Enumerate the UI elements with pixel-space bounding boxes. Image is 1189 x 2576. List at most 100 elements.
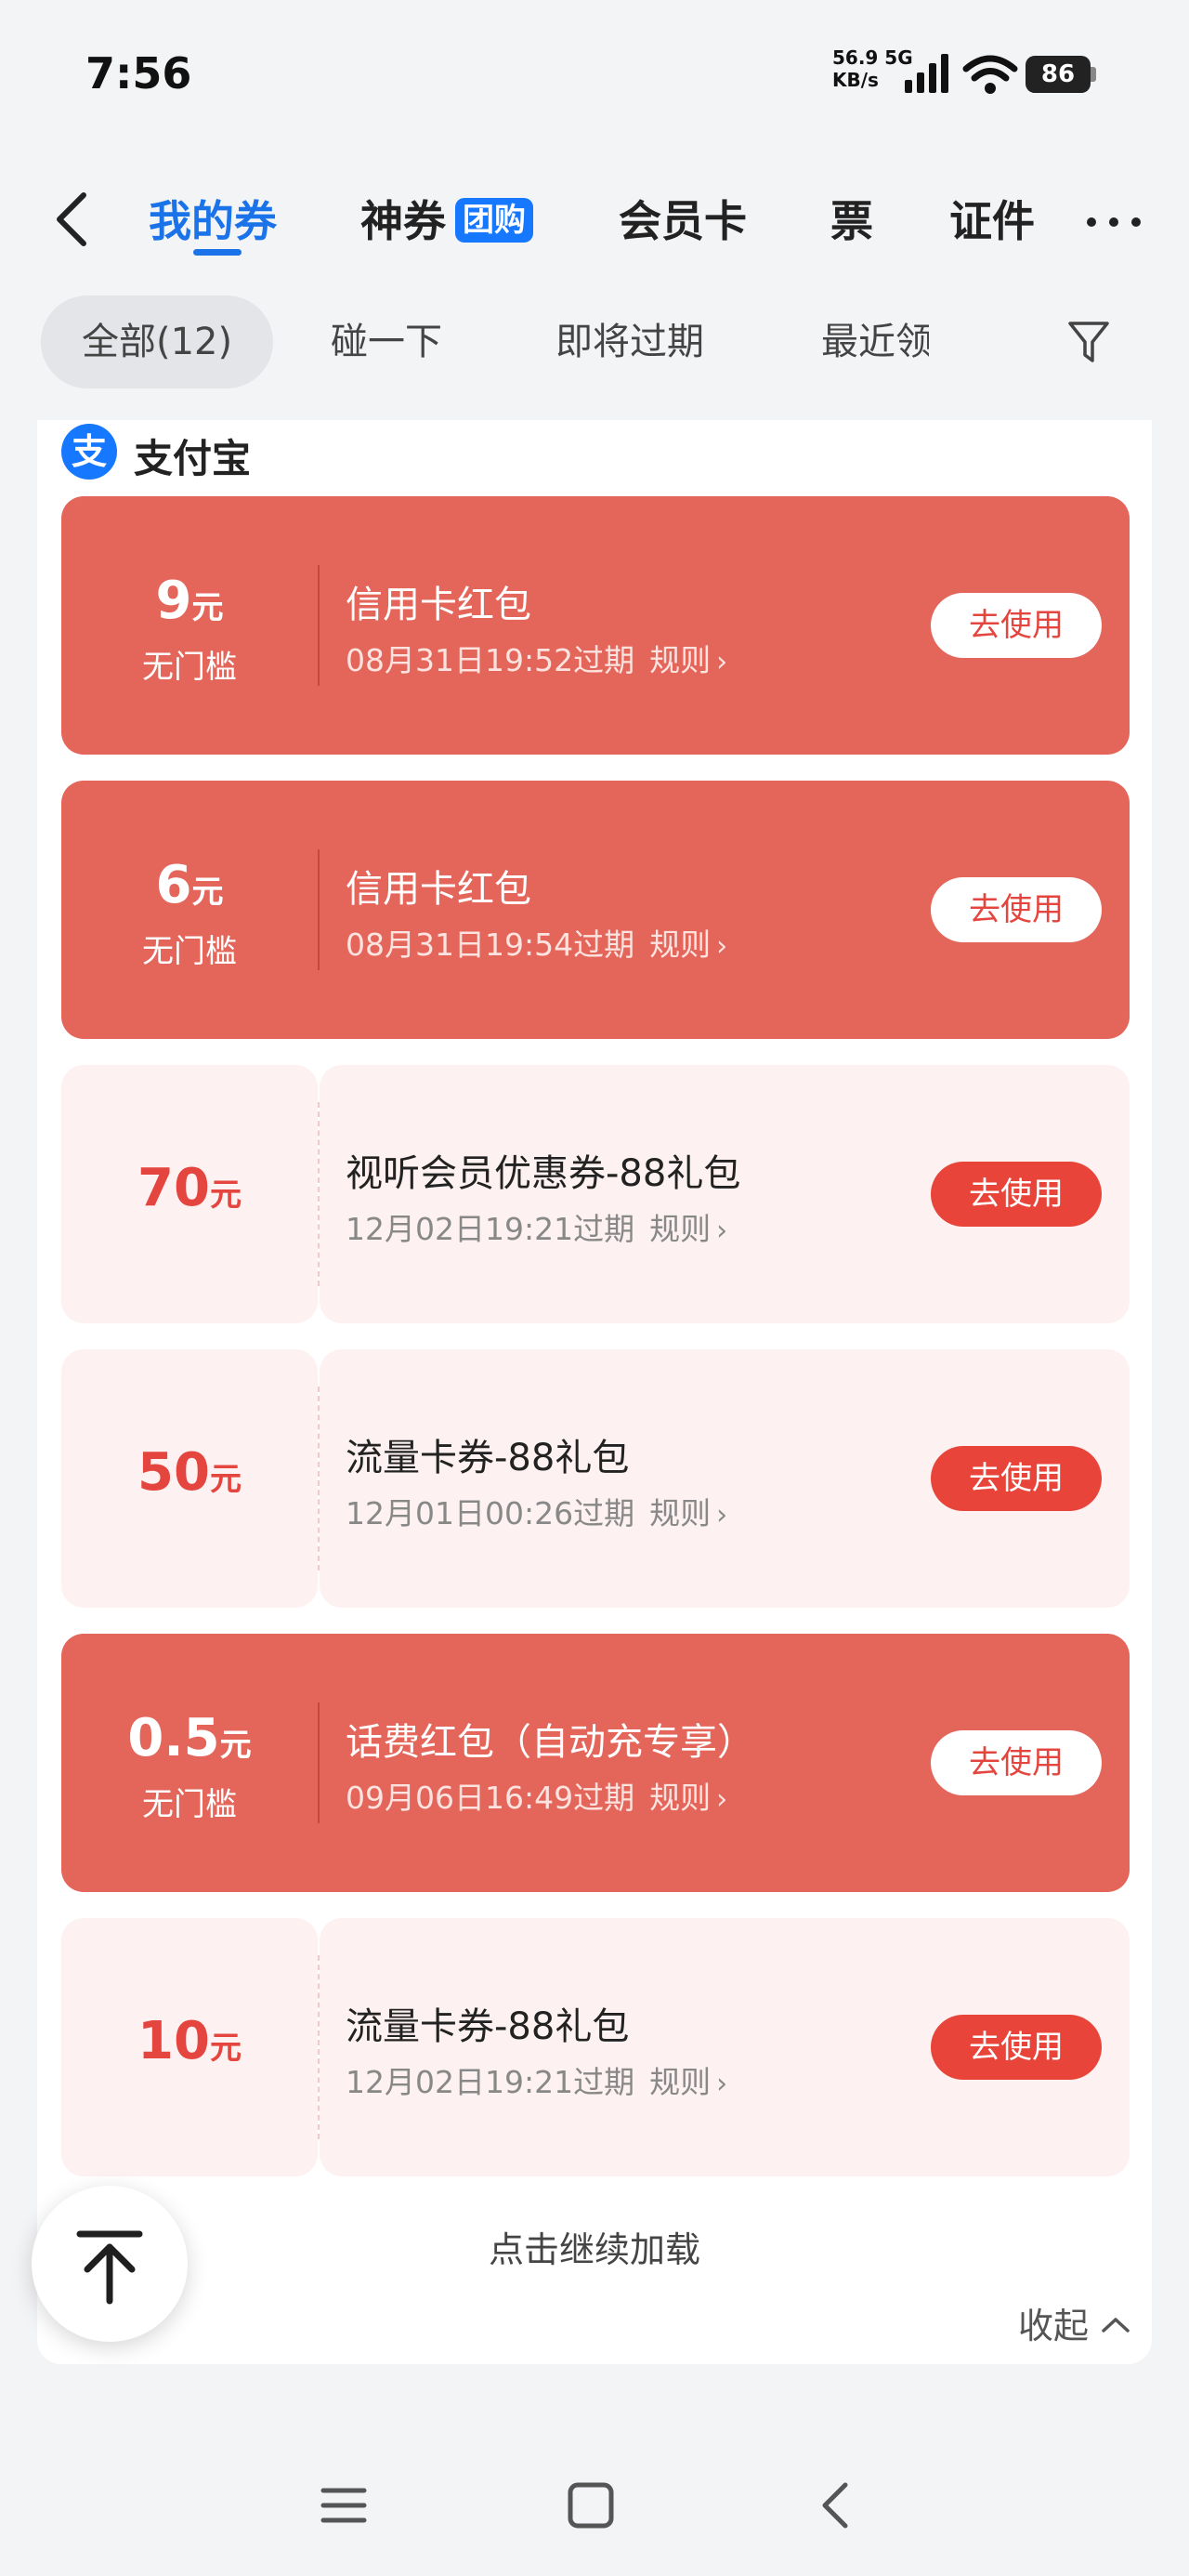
use-coupon-button[interactable]: 去使用 [931, 877, 1102, 942]
coupon-amount: 6元 [61, 855, 318, 915]
chevron-right-icon: › [716, 646, 728, 678]
rule-link-label: 规则 [649, 1495, 712, 1531]
back-to-top-button[interactable] [32, 2186, 188, 2342]
rule-link-label: 规则 [649, 1780, 712, 1816]
coupon-amount-block: 50元 [61, 1349, 318, 1608]
filter-recently-claimed[interactable]: 最近领 [821, 296, 929, 388]
tab-super-coupons[interactable]: 神券 团购 [360, 188, 533, 249]
battery-indicator: 86 [1026, 56, 1096, 93]
coupon-amount-block: 9元 无门槛 [61, 496, 318, 755]
use-coupon-button[interactable]: 去使用 [931, 2015, 1102, 2080]
chevron-right-icon: › [716, 2068, 728, 2100]
filter-all[interactable]: 全部(12) [41, 296, 274, 388]
coupon-amount-unit: 元 [209, 1461, 242, 1498]
coupon-expiry: 12月02日19:21过期 规则 › [346, 1204, 727, 1249]
coupon-page: 7:56 56.9 5G KB/s 86 我的券 神券 团购 会员卡 票 证件 … [0, 0, 1189, 2576]
provider-name: 支付宝 [134, 436, 252, 481]
coupon-card[interactable]: 9元 无门槛 信用卡红包 08月31日19:52过期 规则 › 去使用 [61, 496, 1130, 755]
home-icon[interactable] [563, 2477, 619, 2533]
status-time: 7:56 [85, 48, 192, 99]
more-icon[interactable] [1087, 214, 1143, 232]
filter-expiring-soon[interactable]: 即将过期 [555, 296, 704, 388]
coupon-dashed-divider [318, 1102, 320, 1286]
system-back-icon[interactable] [810, 2477, 866, 2533]
tab-member-card[interactable]: 会员卡 [619, 188, 747, 249]
menu-icon[interactable] [316, 2477, 372, 2533]
coupon-expiry: 12月01日00:26过期 规则 › [346, 1489, 727, 1533]
coupon-expiry: 08月31日19:54过期 规则 › [346, 920, 727, 965]
tab-my-coupons[interactable]: 我的券 [149, 188, 277, 249]
system-nav-bar [0, 2433, 1189, 2576]
active-tab-indicator [193, 249, 242, 256]
use-coupon-button[interactable]: 去使用 [931, 1162, 1102, 1227]
coupon-divider [318, 565, 320, 686]
coupon-amount-block: 6元 无门槛 [61, 781, 318, 1039]
coupon-divider [318, 849, 320, 970]
coupon-amount-value: 50 [137, 1442, 210, 1503]
rule-link-label: 规则 [649, 1211, 712, 1247]
coupon-card[interactable]: 70元 视听会员优惠券-88礼包 12月02日19:21过期 规则 › 去使用 [61, 1065, 1130, 1323]
coupon-amount-unit: 元 [209, 1176, 242, 1214]
coupon-title: 信用卡红包 [346, 584, 531, 626]
rule-link[interactable]: 规则 › [649, 1211, 727, 1247]
filter-funnel-icon[interactable] [1066, 318, 1111, 366]
coupon-expiry-text: 08月31日19:54过期 [346, 927, 635, 963]
use-coupon-button[interactable]: 去使用 [931, 1446, 1102, 1511]
coupon-title: 视听会员优惠券-88礼包 [346, 1152, 741, 1195]
use-coupon-button[interactable]: 去使用 [931, 593, 1102, 658]
battery-level: 86 [1026, 56, 1091, 93]
coupon-threshold: 无门槛 [142, 649, 237, 686]
rule-link[interactable]: 规则 › [649, 2064, 727, 2100]
coupon-list-panel: 支 支付宝 9元 无门槛 信用卡红包 08月31日19:52过期 规则 › 去使用 … [37, 420, 1152, 2364]
chevron-up-icon [1102, 2318, 1130, 2333]
tab-tickets[interactable]: 票 [830, 188, 873, 249]
collapse-button[interactable]: 收起 [1018, 2297, 1131, 2348]
coupon-expiry-text: 12月01日00:26过期 [346, 1495, 635, 1531]
rule-link-label: 规则 [649, 2064, 712, 2100]
filter-tap[interactable]: 碰一下 [331, 296, 442, 388]
coupon-dashed-divider [318, 1955, 320, 2139]
coupon-amount-value: 9 [155, 571, 192, 631]
coupon-amount-value: 6 [155, 855, 192, 915]
use-coupon-button[interactable]: 去使用 [931, 1730, 1102, 1795]
coupon-title: 信用卡红包 [346, 868, 531, 911]
rule-link[interactable]: 规则 › [649, 927, 727, 963]
tab-super-coupons-label: 神券 [360, 196, 446, 246]
coupon-amount-block: 0.5元 无门槛 [61, 1634, 318, 1892]
coupon-card[interactable]: 6元 无门槛 信用卡红包 08月31日19:54过期 规则 › 去使用 [61, 781, 1130, 1039]
back-button[interactable] [45, 182, 100, 256]
group-buy-badge: 团购 [455, 198, 533, 243]
coupon-dashed-divider [318, 1387, 320, 1571]
top-nav: 我的券 神券 团购 会员卡 票 证件 [0, 167, 1189, 279]
rule-link[interactable]: 规则 › [649, 642, 727, 678]
coupon-amount-block: 70元 [61, 1065, 318, 1323]
coupon-amount: 10元 [61, 2011, 318, 2071]
rule-link[interactable]: 规则 › [649, 1780, 727, 1816]
load-more-link[interactable]: 点击继续加载 [37, 2221, 1152, 2272]
chevron-right-icon: › [716, 1215, 728, 1247]
tab-certificates[interactable]: 证件 [949, 188, 1035, 249]
coupon-amount: 70元 [61, 1158, 318, 1218]
coupon-divider [318, 1702, 320, 1823]
coupon-amount: 50元 [61, 1442, 318, 1503]
wifi-icon [962, 55, 1018, 94]
coupon-expiry-text: 09月06日16:49过期 [346, 1780, 635, 1816]
rule-link[interactable]: 规则 › [649, 1495, 727, 1531]
coupon-title: 话费红包（自动充专享） [346, 1721, 754, 1764]
coupon-threshold: 无门槛 [142, 933, 237, 970]
chevron-right-icon: › [716, 930, 728, 963]
coupon-amount-unit: 元 [191, 589, 224, 626]
coupon-expiry: 09月06日16:49过期 规则 › [346, 1773, 727, 1818]
coupon-amount-value: 70 [137, 1158, 210, 1218]
coupon-expiry-text: 12月02日19:21过期 [346, 2064, 635, 2100]
coupon-amount-value: 10 [137, 2011, 210, 2071]
coupon-amount: 0.5元 [61, 1708, 318, 1768]
coupon-card[interactable]: 0.5元 无门槛 话费红包（自动充专享） 09月06日16:49过期 规则 › 去使… [61, 1634, 1130, 1892]
filter-bar: 全部(12) 碰一下 即将过期 最近领 [0, 296, 1189, 388]
status-bar: 7:56 56.9 5G KB/s 86 [0, 0, 1189, 139]
chevron-right-icon: › [716, 1783, 728, 1816]
coupon-card[interactable]: 50元 流量卡券-88礼包 12月01日00:26过期 规则 › 去使用 [61, 1349, 1130, 1608]
coupon-title: 流量卡券-88礼包 [346, 2005, 630, 2048]
coupon-amount-unit: 元 [209, 2030, 242, 2067]
coupon-card[interactable]: 10元 流量卡券-88礼包 12月02日19:21过期 规则 › 去使用 [61, 1918, 1130, 2176]
